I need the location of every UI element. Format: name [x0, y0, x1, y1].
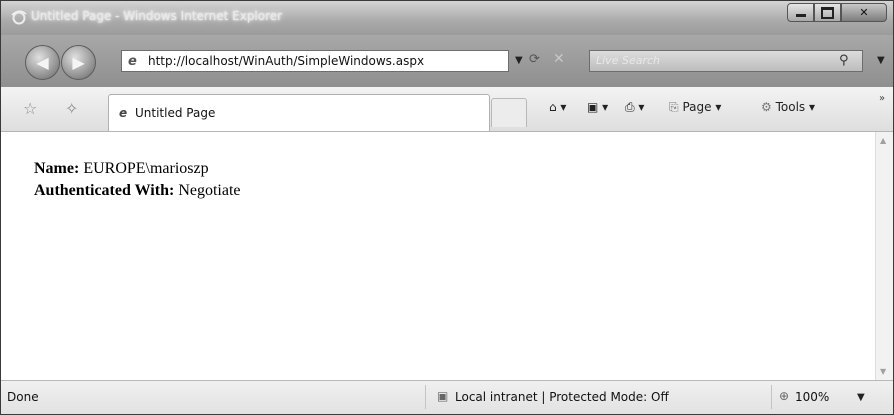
- status-divider: [425, 385, 426, 409]
- navigation-bar: ◀ ▶ e http://localhost/WinAuth/SimpleWin…: [1, 35, 893, 87]
- minimize-icon: [795, 14, 806, 17]
- print-icon[interactable]: ⎙ ▾: [625, 100, 644, 115]
- scroll-up-icon[interactable]: ▲: [880, 136, 886, 145]
- add-favorites-icon[interactable]: ✧: [65, 99, 78, 118]
- intranet-icon: ▣: [437, 389, 449, 403]
- refresh-icon[interactable]: ⟳: [529, 52, 540, 67]
- browser-window: Untitled Page - Windows Internet Explore…: [0, 0, 894, 415]
- zone-text[interactable]: Local intranet | Protected Mode: Off: [455, 390, 669, 404]
- search-dropdown-icon[interactable]: ▼: [877, 55, 885, 66]
- name-label: Name:: [34, 160, 80, 177]
- forward-arrow-icon: ▶: [72, 53, 85, 72]
- auth-line: Authenticated With: Negotiate: [34, 182, 241, 200]
- close-button[interactable]: ✕: [841, 3, 887, 22]
- status-bar: Done ▣ Local intranet | Protected Mode: …: [1, 380, 893, 414]
- status-divider: [771, 385, 772, 409]
- zoom-icon[interactable]: ⊕: [779, 389, 789, 403]
- back-button[interactable]: ◀: [25, 45, 60, 80]
- maximize-button[interactable]: [814, 3, 841, 22]
- page-menu-label: Page: [682, 100, 712, 114]
- stop-icon[interactable]: ✕: [553, 51, 565, 67]
- maximize-icon: [821, 6, 834, 19]
- page-icon: e: [128, 54, 137, 69]
- feeds-icon[interactable]: ▣ ▾: [587, 100, 608, 114]
- zoom-level[interactable]: 100%: [795, 390, 829, 404]
- address-text[interactable]: http://localhost/WinAuth/SimpleWindows.a…: [148, 54, 424, 68]
- ie-icon: [11, 10, 27, 25]
- minimize-button[interactable]: [787, 3, 814, 22]
- name-value: EUROPE\marioszp: [83, 160, 209, 177]
- tools-menu-label: Tools: [775, 100, 806, 114]
- status-text: Done: [7, 390, 39, 404]
- close-icon: ✕: [859, 6, 869, 19]
- caption-buttons: ✕: [787, 3, 887, 23]
- scroll-down-icon[interactable]: ▼: [880, 367, 886, 376]
- search-icon[interactable]: ⚲: [839, 53, 849, 68]
- zoom-dropdown-icon[interactable]: ▼: [857, 392, 865, 403]
- gear-icon: ⚙: [761, 100, 772, 114]
- page-menu[interactable]: ⎘ Page ▾: [669, 100, 721, 115]
- auth-value: Negotiate: [178, 182, 241, 199]
- address-dropdown-icon[interactable]: ▼: [515, 55, 523, 66]
- vertical-scrollbar[interactable]: ▲ ▼: [875, 132, 893, 380]
- auth-label: Authenticated With:: [34, 182, 175, 199]
- ie-page-icon: e: [119, 106, 128, 120]
- address-bar[interactable]: e http://localhost/WinAuth/SimpleWindows…: [121, 50, 509, 72]
- command-bar: ☆ ✧ e Untitled Page ⌂ ▾ ▣ ▾ ⎙ ▾ ⎘ Page ▾…: [1, 87, 893, 132]
- search-placeholder: Live Search: [596, 54, 660, 67]
- page-menu-icon: ⎘: [669, 100, 679, 114]
- chevron-more-icon[interactable]: »: [879, 93, 885, 104]
- page-content: Name: EUROPE\marioszp Authenticated With…: [1, 132, 875, 380]
- home-icon[interactable]: ⌂ ▾: [549, 100, 566, 114]
- tab-untitled-page[interactable]: e Untitled Page: [108, 94, 490, 131]
- forward-button[interactable]: ▶: [61, 45, 96, 80]
- title-bar: Untitled Page - Windows Internet Explore…: [1, 1, 893, 35]
- name-line: Name: EUROPE\marioszp: [34, 160, 209, 178]
- new-tab-button[interactable]: [491, 98, 527, 127]
- favorites-star-icon[interactable]: ☆: [23, 99, 37, 118]
- window-title: Untitled Page - Windows Internet Explore…: [31, 9, 283, 23]
- tab-label: Untitled Page: [135, 106, 216, 120]
- back-arrow-icon: ◀: [36, 53, 49, 72]
- search-box[interactable]: Live Search: [589, 50, 863, 72]
- tools-menu[interactable]: ⚙ Tools ▾: [761, 100, 815, 114]
